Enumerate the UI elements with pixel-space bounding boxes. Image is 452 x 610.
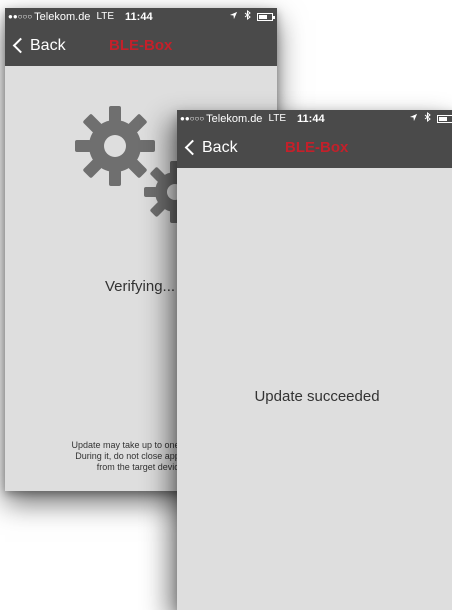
battery-icon [257, 12, 275, 21]
chevron-left-icon [184, 139, 201, 156]
bluetooth-icon [244, 9, 251, 23]
navigation-bar: Back BLE-Box [5, 25, 277, 66]
back-button[interactable]: Back [5, 37, 66, 55]
update-succeeded-screen: ●●○○○ Telekom.de LTE 11:44 Back BLE-Box … [177, 110, 452, 610]
location-arrow-icon [229, 11, 238, 23]
carrier-name: Telekom.de [206, 112, 263, 125]
location-arrow-icon [409, 113, 418, 125]
signal-strength: ●●○○○ [180, 114, 205, 123]
battery-icon [437, 114, 452, 123]
signal-strength: ●●○○○ [8, 12, 33, 21]
status-bar: ●●○○○ Telekom.de LTE 11:44 [5, 8, 277, 25]
navigation-bar: Back BLE-Box [177, 127, 452, 168]
network-type: LTE [268, 113, 287, 124]
app-title: BLE-Box [285, 139, 349, 156]
back-button-label: Back [202, 138, 238, 156]
status-icons [229, 9, 275, 23]
top-bar: ●●○○○ Telekom.de LTE 11:44 Back BLE-Box [5, 8, 277, 66]
status-time: 11:44 [297, 112, 325, 125]
network-type: LTE [96, 11, 115, 22]
chevron-left-icon [12, 37, 29, 54]
back-button[interactable]: Back [177, 139, 238, 157]
back-button-label: Back [30, 36, 66, 54]
verifying-status: Verifying... [105, 278, 176, 295]
app-title: BLE-Box [109, 37, 173, 54]
status-bar: ●●○○○ Telekom.de LTE 11:44 [177, 110, 452, 127]
top-bar: ●●○○○ Telekom.de LTE 11:44 Back BLE-Box [177, 110, 452, 168]
status-icons [409, 111, 452, 125]
bluetooth-icon [424, 111, 431, 125]
status-time: 11:44 [125, 10, 153, 23]
carrier-name: Telekom.de [34, 10, 91, 23]
update-succeeded-status: Update succeeded [254, 388, 380, 405]
